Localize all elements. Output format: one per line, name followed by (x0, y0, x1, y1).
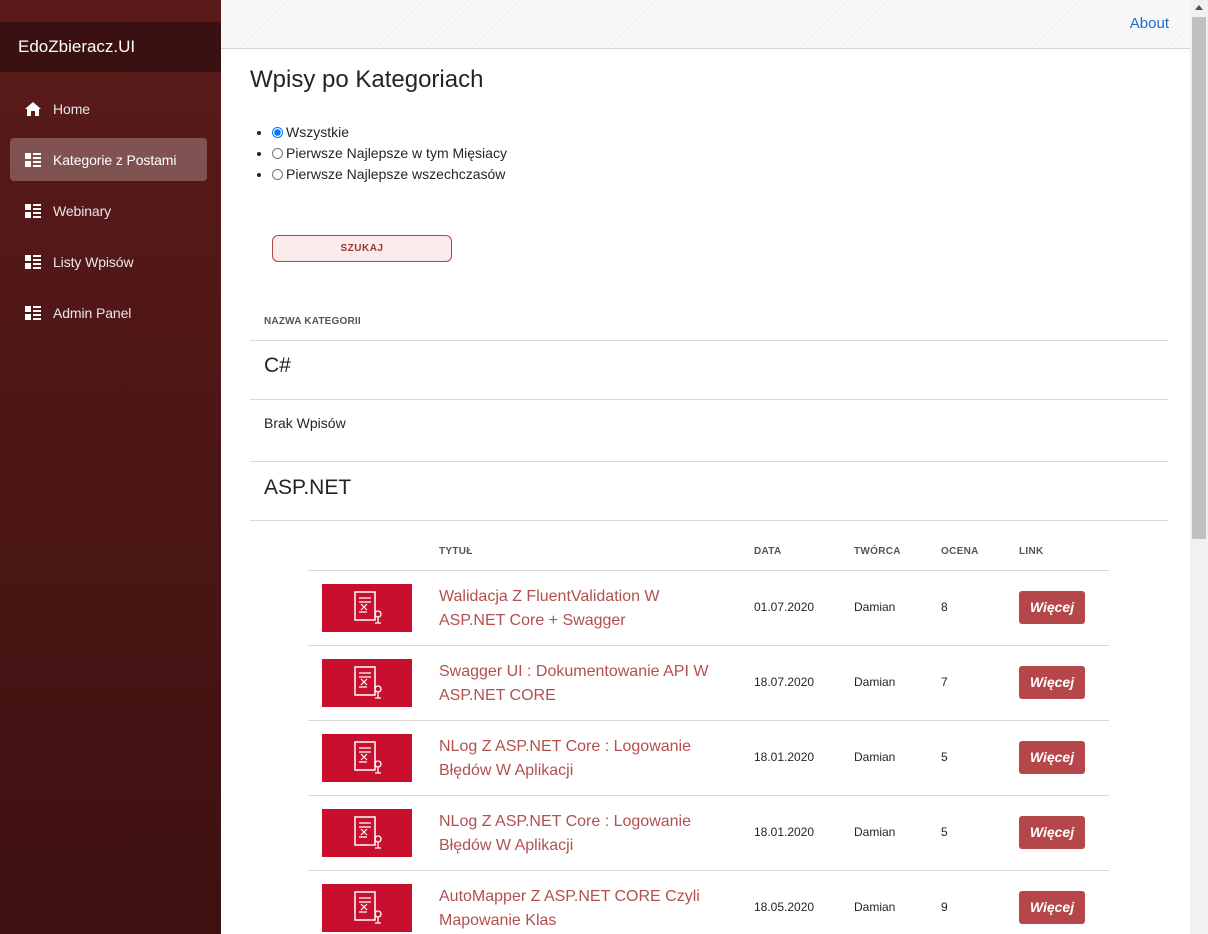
list-icon (24, 254, 42, 270)
sidebar-item-label: Listy Wpisów (53, 253, 134, 270)
post-date: 18.05.2020 (754, 900, 815, 914)
post-thumbnail[interactable] (322, 809, 412, 857)
scroll-thumb[interactable] (1192, 17, 1206, 539)
post-title-link[interactable]: Walidacja Z FluentValidation W ASP.NET C… (439, 585, 729, 633)
more-button[interactable]: Więcej (1019, 816, 1085, 849)
list-icon (24, 305, 42, 321)
post-title-link[interactable]: AutoMapper Z ASP.NET CORE Czyli Mapowani… (439, 885, 729, 933)
post-title-link[interactable]: NLog Z ASP.NET Core : Logowanie Błędów W… (439, 810, 729, 858)
column-header-date: DATA (754, 546, 782, 557)
filter-label: Pierwsze Najlepsze w tym Mięsiacy (286, 145, 507, 161)
post-author: Damian (854, 675, 896, 689)
list-icon (24, 152, 42, 168)
sidebar: EdoZbieracz.UI Home Kategorie z Postami … (0, 0, 221, 934)
about-link[interactable]: About (1130, 15, 1169, 32)
divider (250, 340, 1168, 341)
post-thumbnail[interactable] (322, 659, 412, 707)
brand-title[interactable]: EdoZbieracz.UI (0, 22, 221, 72)
post-rating: 9 (941, 900, 948, 914)
sidebar-item-listy-wpisow[interactable]: Listy Wpisów (10, 240, 207, 283)
filter-label: Wszystkie (286, 124, 349, 140)
page-scrollbar[interactable] (1190, 0, 1208, 934)
post-thumbnail[interactable] (322, 734, 412, 782)
table-row: NLog Z ASP.NET Core : Logowanie Błędów W… (308, 720, 1109, 795)
category-name: C# (264, 354, 291, 377)
post-thumbnail[interactable] (322, 884, 412, 932)
filter-radio-month[interactable] (272, 148, 283, 159)
post-author: Damian (854, 600, 896, 614)
divider (250, 520, 1168, 521)
divider (250, 461, 1168, 462)
sidebar-item-admin-panel[interactable]: Admin Panel (10, 291, 207, 334)
top-bar: About (221, 0, 1190, 49)
document-certificate-icon (354, 741, 382, 774)
more-button[interactable]: Więcej (1019, 591, 1085, 624)
filter-option[interactable]: Pierwsze Najlepsze w tym Mięsiacy (272, 143, 507, 164)
post-rating: 7 (941, 675, 948, 689)
sidebar-item-home[interactable]: Home (10, 87, 207, 130)
filter-option[interactable]: Wszystkie (272, 122, 507, 143)
post-title-link[interactable]: Swagger UI : Dokumentowanie API W ASP.NE… (439, 660, 729, 708)
page-title: Wpisy po Kategoriach (250, 66, 484, 93)
document-certificate-icon (354, 591, 382, 624)
post-author: Damian (854, 750, 896, 764)
post-author: Damian (854, 900, 896, 914)
category-name: ASP.NET (264, 476, 352, 499)
filter-radio-all[interactable] (272, 127, 283, 138)
more-button[interactable]: Więcej (1019, 741, 1085, 774)
more-button[interactable]: Więcej (1019, 666, 1085, 699)
post-date: 18.01.2020 (754, 825, 815, 839)
sidebar-item-kategorie[interactable]: Kategorie z Postami (10, 138, 207, 181)
column-header-link: LINK (1019, 546, 1044, 557)
divider (250, 399, 1168, 400)
column-header-title: TYTUŁ (439, 546, 473, 557)
scroll-up-arrow-icon[interactable] (1195, 5, 1203, 10)
table-row: Swagger UI : Dokumentowanie API W ASP.NE… (308, 645, 1109, 720)
sidebar-nav: Home Kategorie z Postami Webinary Listy … (10, 87, 207, 342)
sidebar-item-label: Admin Panel (53, 304, 132, 321)
filter-label: Pierwsze Najlepsze wszechczasów (286, 166, 506, 182)
category-column-header: NAZWA KATEGORII (264, 316, 361, 327)
post-rating: 8 (941, 600, 948, 614)
filter-radio-alltime[interactable] (272, 169, 283, 180)
column-header-rating: OCENA (941, 546, 979, 557)
more-button[interactable]: Więcej (1019, 891, 1085, 924)
home-icon (24, 101, 42, 117)
table-row: NLog Z ASP.NET Core : Logowanie Błędów W… (308, 795, 1109, 870)
post-date: 18.07.2020 (754, 675, 815, 689)
document-certificate-icon (354, 816, 382, 849)
post-date: 18.01.2020 (754, 750, 815, 764)
sidebar-item-label: Webinary (53, 202, 112, 219)
document-certificate-icon (354, 891, 382, 924)
search-button[interactable]: SZUKAJ (272, 235, 452, 262)
list-icon (24, 203, 42, 219)
post-author: Damian (854, 825, 896, 839)
empty-posts-text: Brak Wpisów (264, 415, 346, 431)
document-certificate-icon (354, 666, 382, 699)
post-rating: 5 (941, 825, 948, 839)
post-date: 01.07.2020 (754, 600, 815, 614)
post-thumbnail[interactable] (322, 584, 412, 632)
post-title-link[interactable]: NLog Z ASP.NET Core : Logowanie Błędów W… (439, 735, 729, 783)
sidebar-item-webinary[interactable]: Webinary (10, 189, 207, 232)
filter-option[interactable]: Pierwsze Najlepsze wszechczasów (272, 164, 507, 185)
sidebar-item-label: Kategorie z Postami (53, 151, 177, 168)
post-rating: 5 (941, 750, 948, 764)
table-row: Walidacja Z FluentValidation W ASP.NET C… (308, 570, 1109, 645)
sidebar-item-label: Home (53, 100, 90, 117)
column-header-author: TWÓRCA (854, 546, 901, 557)
filter-radio-list: Wszystkie Pierwsze Najlepsze w tym Mięsi… (272, 122, 507, 185)
table-row: AutoMapper Z ASP.NET CORE Czyli Mapowani… (308, 870, 1109, 934)
